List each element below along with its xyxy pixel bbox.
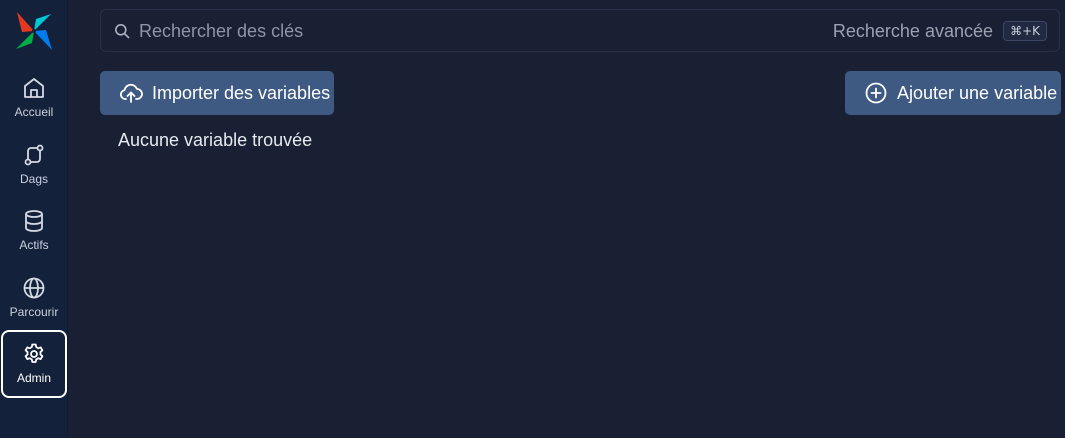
sidebar-item-admin[interactable]: Admin <box>1 330 67 398</box>
plus-circle-icon <box>865 82 887 104</box>
gear-icon <box>24 343 44 363</box>
sidebar-item-label: Parcourir <box>9 305 59 319</box>
search-icon <box>115 24 130 39</box>
home-icon <box>24 78 44 98</box>
cloud-upload-icon <box>119 83 143 103</box>
import-variables-label: Importer des variables <box>152 83 331 103</box>
sidebar-item-label: Dags <box>19 172 48 186</box>
sidebar-item-label: Admin <box>16 371 51 385</box>
dag-icon <box>24 144 44 166</box>
search-bar: Recherche avancée ⌘+K <box>100 9 1060 52</box>
sidebar-item-accueil[interactable]: Accueil <box>1 70 67 136</box>
sidebar: Accueil Dags Actifs Parcourir Admin <box>0 0 68 438</box>
import-variables-button[interactable]: Importer des variables <box>100 71 334 115</box>
sidebar-item-label: Actifs <box>19 238 49 252</box>
sidebar-item-label: Accueil <box>14 105 54 119</box>
add-variable-label: Ajouter une variable <box>897 83 1058 103</box>
search-input[interactable] <box>139 18 739 44</box>
sidebar-item-parcourir[interactable]: Parcourir <box>1 270 67 336</box>
sidebar-item-dags[interactable]: Dags <box>1 137 67 203</box>
add-variable-button[interactable]: Ajouter une variable <box>845 71 1061 115</box>
empty-state-message: Aucune variable trouvée <box>118 130 313 150</box>
globe-icon <box>23 277 45 299</box>
app-window: Accueil Dags Actifs Parcourir Admin Rech… <box>0 0 1065 438</box>
airflow-logo-icon[interactable] <box>14 10 54 52</box>
advanced-search-link[interactable]: Recherche avancée <box>833 21 993 41</box>
database-icon <box>25 210 43 232</box>
sidebar-item-actifs[interactable]: Actifs <box>1 203 67 269</box>
shortcut-badge: ⌘+K <box>1003 21 1047 41</box>
